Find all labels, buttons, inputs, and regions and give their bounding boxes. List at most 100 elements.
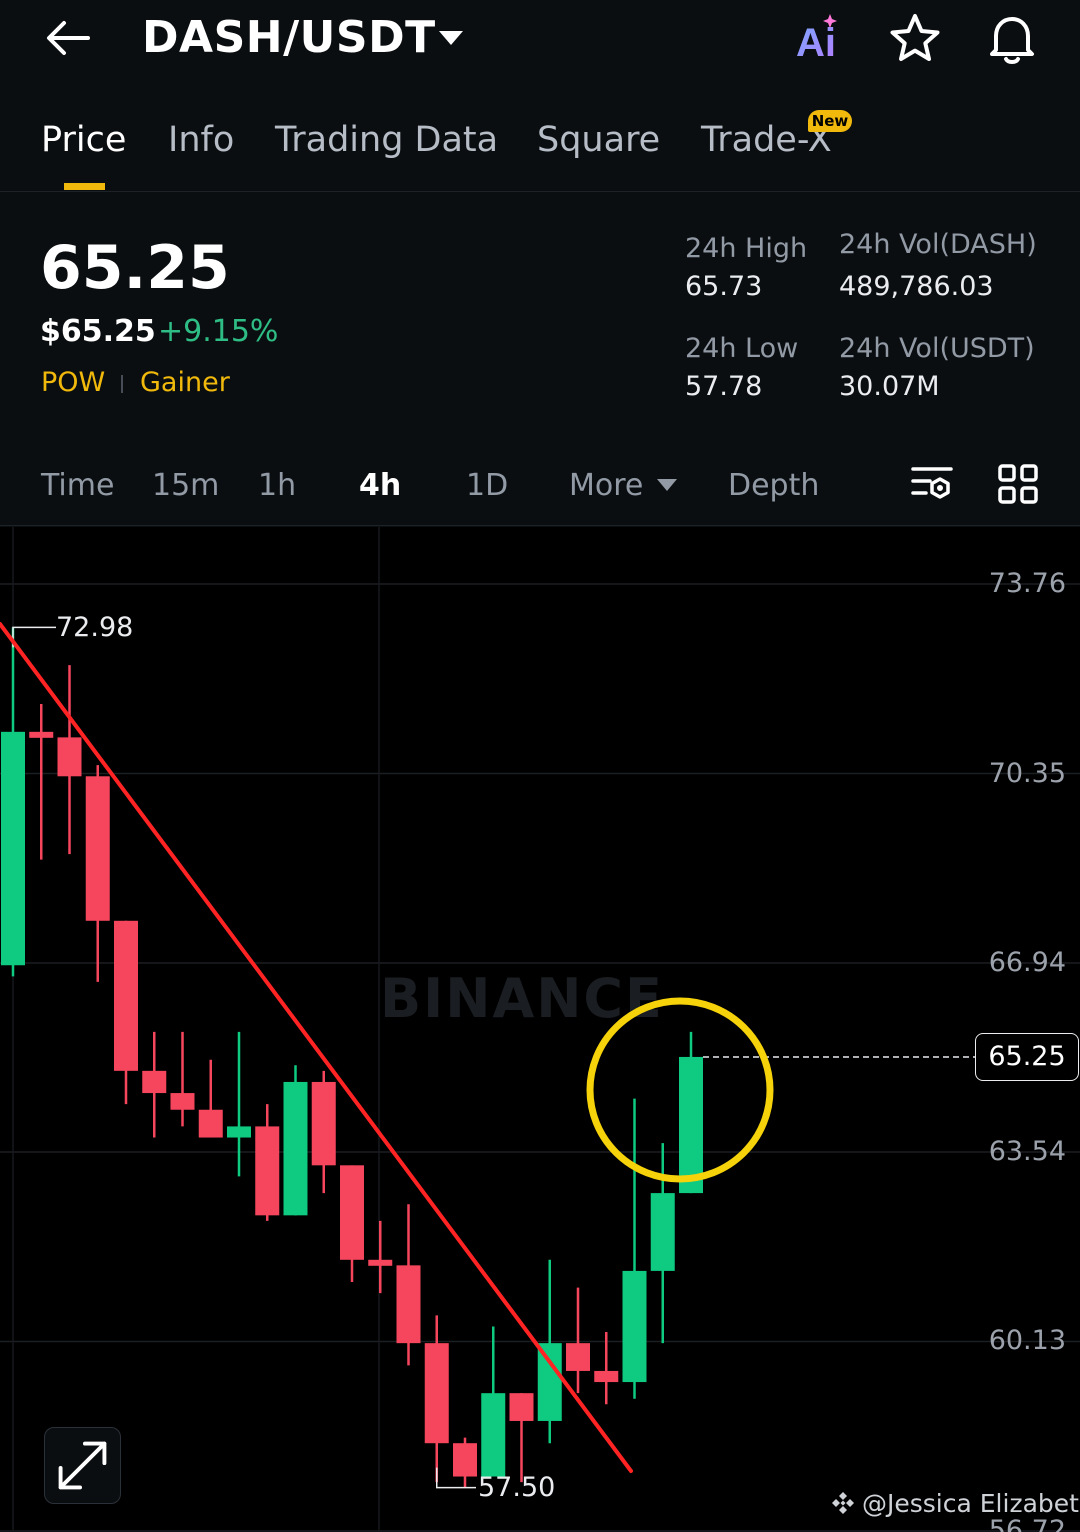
interval-4h[interactable]: 4h [359,466,401,506]
candle [114,920,138,1105]
price-change-percent: +9.15% [158,314,279,349]
tag-pow[interactable]: POW [41,364,105,402]
alert-bell-icon[interactable] [982,8,1042,68]
axis-tick-label: 70.35 [988,757,1066,789]
tab-info[interactable]: Info [168,118,234,162]
candlestick-chart[interactable]: BINANCE 73.76 70.35 66.94 63.54 60.13 56.72 6… [0,527,1080,1532]
favorite-star-icon[interactable] [886,10,944,68]
candle [311,1070,336,1194]
candle-body [340,1165,364,1260]
chart-overlay [0,622,975,1489]
candle [509,1393,534,1483]
last-price: 65.25 [40,233,230,303]
candle [29,704,54,860]
interval-more[interactable]: More [569,466,643,506]
interval-depth[interactable]: Depth [728,466,819,506]
ai-assistant-icon[interactable]: Ai [790,8,850,68]
candle-body [368,1259,393,1266]
candle-body [509,1393,534,1421]
candle-body [170,1093,195,1110]
axis-tick-label: 66.94 [988,947,1066,979]
vol-quote-label: 24h Vol(USDT) [839,333,1035,364]
usd-price: $65.25 [40,314,156,349]
candle [340,1165,364,1283]
candle [453,1437,477,1488]
candle [1,627,25,977]
axis-tick-label: 63.54 [988,1135,1066,1167]
candle-body [566,1343,590,1371]
candle-body [85,776,110,921]
candle-body [29,731,54,738]
candle [85,765,110,982]
candle [170,1031,195,1127]
candle-body [424,1343,449,1444]
candle [424,1315,449,1483]
chart-canvas[interactable] [0,527,1080,1532]
tab-price[interactable]: Price [41,118,126,162]
candle-body [622,1270,647,1383]
candle [255,1104,280,1221]
layout-grid-icon[interactable] [996,462,1040,506]
candle [566,1287,590,1394]
interval-1h[interactable]: 1h [258,466,296,506]
ticker-panel: DASH/USDT Ai Price Info Trading Data Squ… [0,0,1080,527]
low-value: 57.78 [685,371,763,402]
candle [368,1220,393,1294]
candle [679,1031,703,1194]
high-marker-line [12,626,56,648]
candle-body [198,1109,223,1138]
low-marker-label: 57.50 [478,1472,556,1503]
candle [396,1204,421,1366]
tab-trading-data[interactable]: Trading Data [275,118,498,162]
more-caret-icon[interactable] [656,478,678,492]
new-badge: New [808,110,852,132]
active-tab-indicator [64,183,105,190]
candle-body [283,1081,308,1216]
candle [142,1031,167,1138]
credit-text: @Jessica Elizabeth [862,1489,1080,1518]
indicator-settings-icon[interactable] [910,462,954,506]
candle [481,1326,506,1477]
candle [283,1065,308,1216]
candle [198,1059,223,1138]
fullscreen-expand-icon[interactable] [44,1427,121,1504]
vol-base-label: 24h Vol(DASH) [839,229,1037,260]
binance-logo-icon [832,1492,854,1514]
tab-square[interactable]: Square [537,118,660,162]
pair-title[interactable]: DASH/USDT [142,12,436,64]
candle-body [679,1056,703,1194]
tag-divider [121,375,123,393]
candle-body [311,1081,336,1166]
caret-down-icon[interactable] [436,26,466,50]
low-label: 24h Low [685,333,799,364]
candle-body [650,1193,675,1271]
trendline [0,622,633,1473]
candle-body [1,731,25,966]
candle-body [453,1443,477,1477]
candle-body [396,1265,421,1344]
interval-time[interactable]: Time [41,466,114,506]
candle [227,1031,251,1177]
vol-base-value: 489,786.03 [839,271,994,302]
candle [594,1332,619,1405]
tab-bar: Price Info Trading Data Square Trade-X [0,100,1080,192]
candle-body [255,1126,280,1216]
high-value: 65.73 [685,271,763,302]
vol-quote-value: 30.07M [839,371,940,402]
high-label: 24h High [685,233,808,264]
candle-body [57,737,82,777]
axis-tick-label: 73.76 [988,568,1066,599]
back-arrow-icon[interactable] [40,12,100,64]
candle [622,1098,647,1399]
candle-body [481,1393,506,1477]
interval-1d[interactable]: 1D [466,466,508,506]
candle-body [142,1070,167,1094]
candle-body [537,1343,562,1421]
high-marker-label: 72.98 [56,612,134,643]
interval-15m[interactable]: 15m [152,466,219,506]
candle-body [227,1126,251,1138]
candle-body [114,920,138,1071]
tag-gainer[interactable]: Gainer [140,364,230,402]
author-credit: @Jessica Elizabeth [830,1487,1080,1521]
axis-tick-label: 60.13 [988,1325,1066,1357]
